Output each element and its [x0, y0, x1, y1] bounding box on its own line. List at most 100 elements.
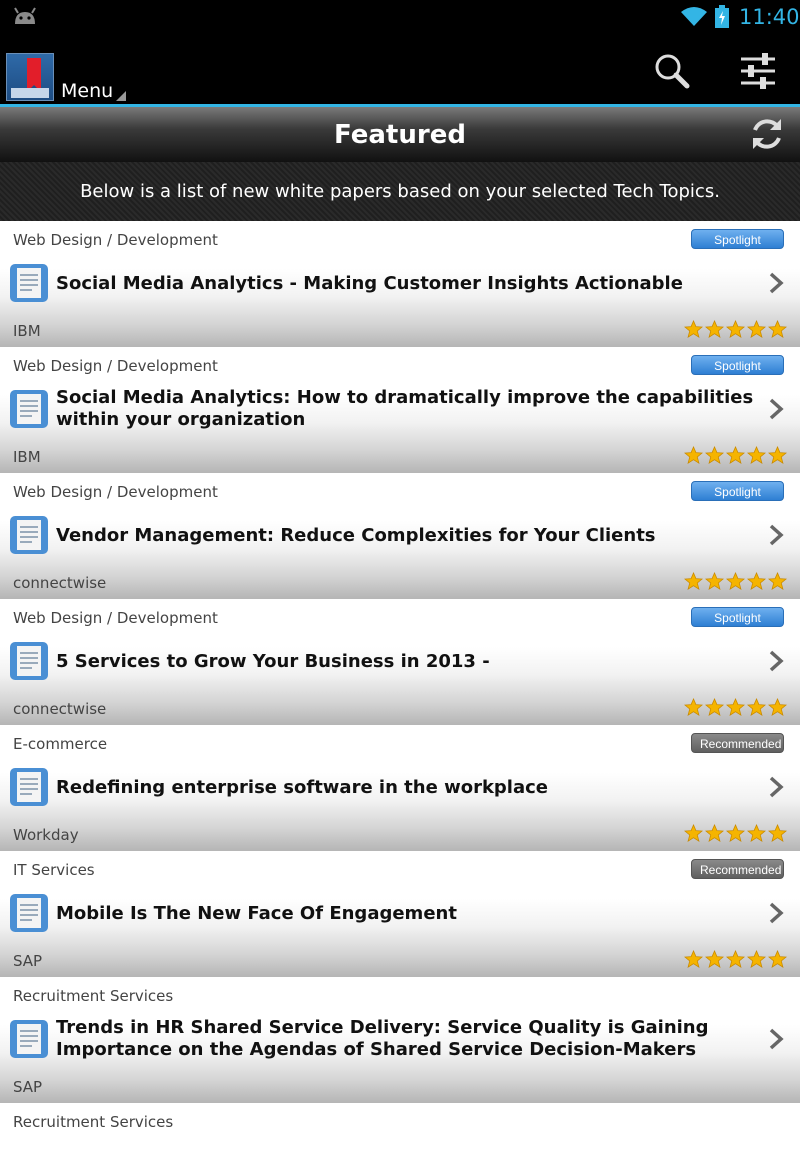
star-icon [726, 572, 745, 590]
item-title[interactable]: Redefining enterprise software in the wo… [56, 777, 756, 799]
chevron-right-icon[interactable] [766, 649, 786, 673]
menu-caret-icon[interactable] [116, 91, 126, 101]
chevron-right-icon[interactable] [766, 775, 786, 799]
star-icon [726, 446, 745, 464]
page-title: Featured [334, 120, 466, 150]
document-icon [10, 768, 48, 806]
star-icon [684, 320, 703, 338]
spotlight-badge: Spotlight [691, 229, 784, 249]
item-category: Recruitment Services [13, 1113, 174, 1131]
search-icon[interactable] [652, 51, 692, 91]
star-icon [705, 446, 724, 464]
white-paper-list: Web Design / Development Spotlight Socia… [0, 221, 800, 1163]
list-item[interactable]: Web Design / Development Spotlight Socia… [0, 221, 800, 347]
item-publisher: IBM [13, 448, 41, 466]
document-icon [10, 390, 48, 428]
item-title[interactable]: Vendor Management: Reduce Complexities f… [56, 525, 756, 547]
rating-stars [684, 950, 787, 970]
list-item[interactable]: Recruitment Services [0, 1103, 800, 1163]
star-icon [768, 572, 787, 590]
star-icon [747, 572, 766, 590]
star-icon [684, 446, 703, 464]
item-title[interactable]: Social Media Analytics: How to dramatica… [56, 387, 756, 431]
spotlight-badge: Spotlight [691, 481, 784, 501]
item-category: Recruitment Services [13, 987, 174, 1005]
document-icon [10, 642, 48, 680]
item-title[interactable]: Mobile Is The New Face Of Engagement [56, 903, 756, 925]
star-icon [705, 950, 724, 968]
star-icon [768, 950, 787, 968]
title-bar: Featured [0, 107, 800, 162]
rating-stars [684, 446, 787, 466]
item-title[interactable]: Social Media Analytics - Making Customer… [56, 273, 756, 295]
star-icon [705, 572, 724, 590]
item-category: IT Services [13, 861, 95, 879]
menu-label[interactable]: Menu [61, 79, 113, 103]
status-bar: 11:40 [0, 0, 800, 33]
star-icon [726, 320, 745, 338]
spotlight-badge: Spotlight [691, 355, 784, 375]
star-icon [705, 320, 724, 338]
app-logo-icon [11, 58, 49, 98]
item-title[interactable]: Trends in HR Shared Service Delivery: Se… [56, 1017, 756, 1061]
star-icon [747, 446, 766, 464]
recommended-badge: Recommended [691, 733, 784, 753]
android-icon [14, 7, 36, 24]
battery-icon [715, 5, 729, 28]
list-item[interactable]: IT Services Recommended Mobile Is The Ne… [0, 851, 800, 977]
item-category: E-commerce [13, 735, 108, 753]
rating-stars [684, 698, 787, 718]
star-icon [747, 320, 766, 338]
list-item[interactable]: Web Design / Development Spotlight Vendo… [0, 473, 800, 599]
item-category: Web Design / Development [13, 357, 218, 375]
chevron-right-icon[interactable] [766, 901, 786, 925]
chevron-right-icon[interactable] [766, 397, 786, 421]
settings-icon[interactable] [738, 51, 778, 91]
star-icon [684, 824, 703, 842]
star-icon [684, 950, 703, 968]
item-publisher: connectwise [13, 700, 107, 718]
item-publisher: SAP [13, 952, 43, 970]
star-icon [726, 698, 745, 716]
action-bar: Menu [0, 33, 800, 105]
item-category: Web Design / Development [13, 609, 218, 627]
star-icon [747, 698, 766, 716]
rating-stars [684, 320, 787, 340]
star-icon [768, 320, 787, 338]
chevron-right-icon[interactable] [766, 271, 786, 295]
document-icon [10, 516, 48, 554]
document-icon [10, 264, 48, 302]
list-item[interactable]: Web Design / Development Spotlight Socia… [0, 347, 800, 473]
recommended-badge: Recommended [691, 859, 784, 879]
document-icon [10, 894, 48, 932]
rating-stars [684, 572, 787, 592]
star-icon [684, 572, 703, 590]
app-logo[interactable] [6, 53, 54, 101]
item-publisher: Workday [13, 826, 79, 844]
spotlight-badge: Spotlight [691, 607, 784, 627]
list-item[interactable]: Web Design / Development Spotlight 5 Ser… [0, 599, 800, 725]
star-icon [747, 824, 766, 842]
star-icon [726, 950, 745, 968]
refresh-icon[interactable] [748, 115, 786, 153]
item-title[interactable]: 5 Services to Grow Your Business in 2013… [56, 651, 756, 673]
list-item[interactable]: Recruitment Services Trends in HR Shared… [0, 977, 800, 1103]
item-publisher: IBM [13, 322, 41, 340]
chevron-right-icon[interactable] [766, 1027, 786, 1051]
star-icon [705, 698, 724, 716]
rating-stars [684, 824, 787, 844]
star-icon [768, 698, 787, 716]
star-icon [768, 446, 787, 464]
star-icon [747, 950, 766, 968]
star-icon [768, 824, 787, 842]
clock: 11:40 [739, 5, 800, 29]
intro-text: Below is a list of new white papers base… [80, 181, 720, 202]
document-icon [10, 1020, 48, 1058]
chevron-right-icon[interactable] [766, 523, 786, 547]
star-icon [705, 824, 724, 842]
star-icon [726, 824, 745, 842]
item-category: Web Design / Development [13, 483, 218, 501]
list-item[interactable]: E-commerce Recommended Redefining enterp… [0, 725, 800, 851]
item-publisher: SAP [13, 1078, 43, 1096]
intro-banner: Below is a list of new white papers base… [0, 162, 800, 221]
